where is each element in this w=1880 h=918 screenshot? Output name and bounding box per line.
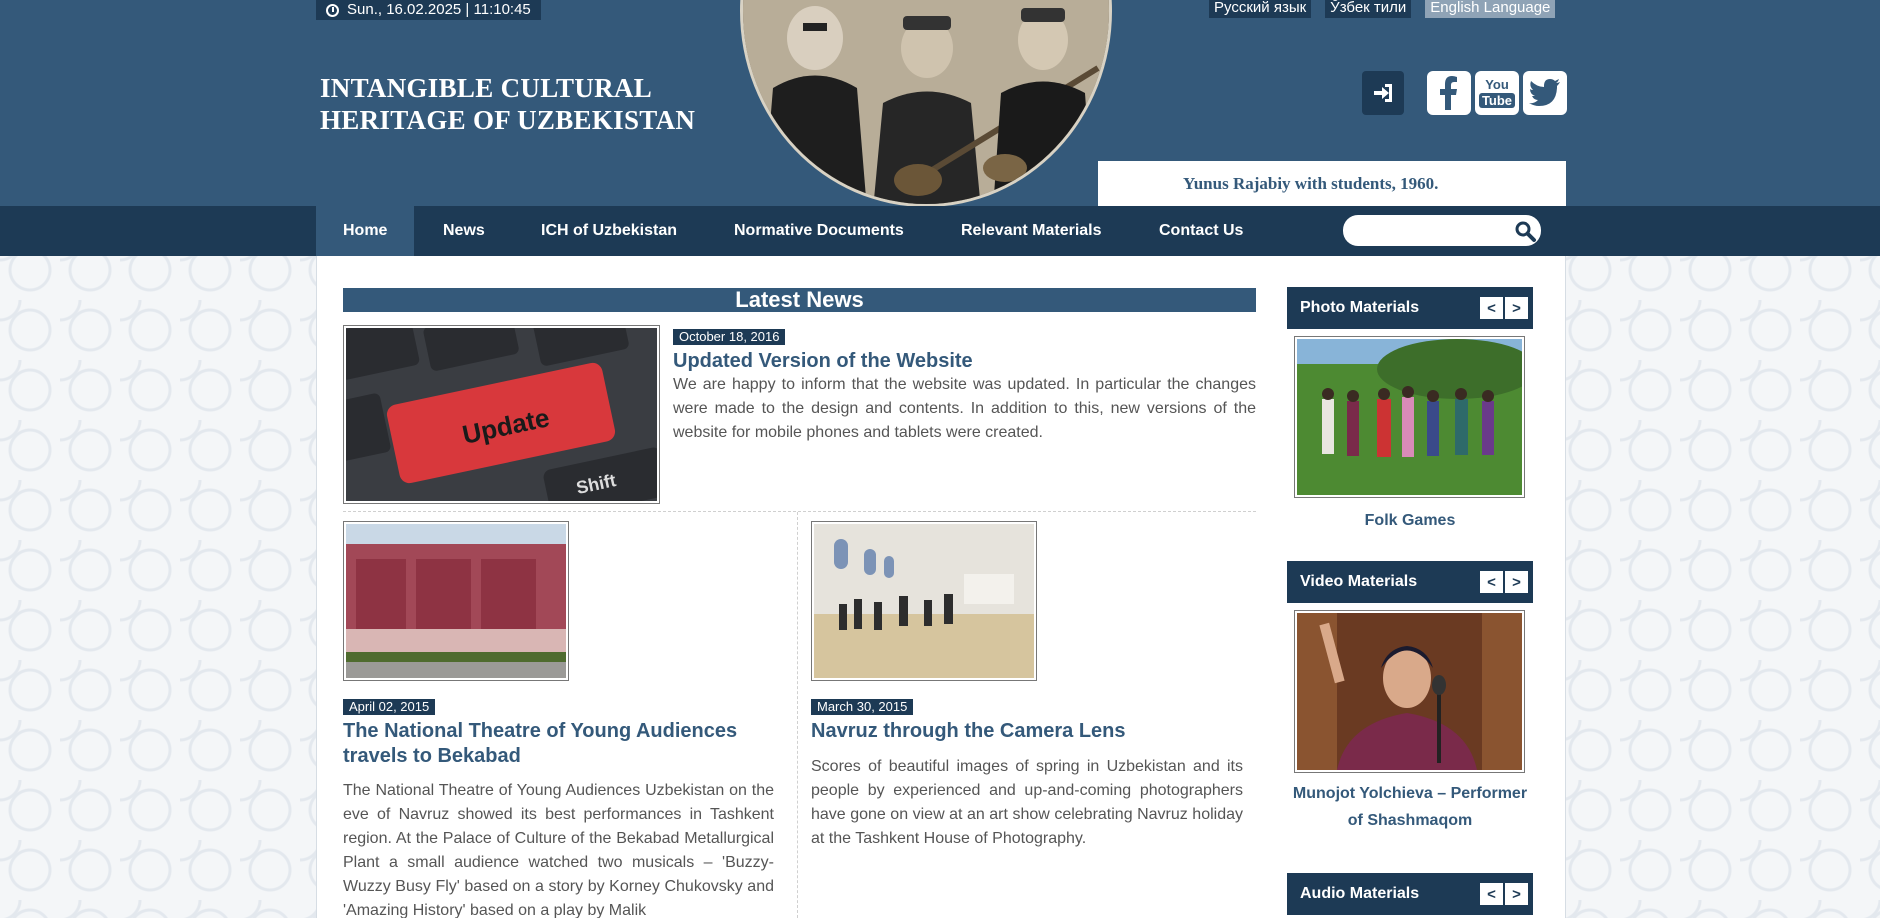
nav-ich-uzbekistan[interactable]: ICH of Uzbekistan	[514, 206, 704, 256]
nav-news[interactable]: News	[416, 206, 512, 256]
video-caption-line-2: of Shashmaqom	[1347, 812, 1473, 829]
login-button[interactable]	[1362, 71, 1404, 115]
news-2-image[interactable]	[811, 521, 1037, 681]
news-1-text: The National Theatre of Young Audiences …	[343, 782, 774, 918]
nav-normative-documents[interactable]: Normative Documents	[707, 206, 931, 256]
facebook-icon	[1440, 76, 1457, 110]
clock-icon	[326, 3, 339, 17]
update-keyboard-image: Update Shift	[321, 305, 669, 519]
photo-materials-title: Photo Materials	[1300, 299, 1420, 316]
featured-news-image[interactable]: Update Shift	[321, 305, 669, 519]
news-2-title[interactable]: Navruz through the Camera Lens	[811, 719, 1126, 744]
youtube-icon-bottom: Tube	[1478, 93, 1516, 108]
sign-in-icon	[1374, 84, 1392, 102]
audio-prev-button[interactable]: <	[1480, 883, 1503, 905]
youtube-icon-top: You	[1485, 77, 1509, 92]
audio-next-button[interactable]: >	[1505, 883, 1528, 905]
news-2-text: Scores of beautiful images of spring in …	[811, 758, 1243, 847]
featured-text: We are happy to inform that the website …	[673, 376, 1256, 441]
folk-games-image	[1297, 339, 1537, 495]
nav-relevant-materials[interactable]: Relevant Materials	[934, 206, 1129, 256]
logo-line-1: INTANGIBLE CULTURAL	[320, 73, 653, 103]
video-next-button[interactable]: >	[1505, 571, 1528, 593]
news-column-divider	[797, 512, 798, 918]
theatre-building-image	[346, 524, 566, 678]
audio-materials-title: Audio Materials	[1300, 885, 1420, 902]
performer-video-thumbnail	[1297, 613, 1522, 770]
video-caption-line-1: Munojot Yolchieva – Performer	[1292, 785, 1528, 802]
youtube-link[interactable]: You Tube	[1475, 71, 1519, 115]
news-1-title[interactable]: The National Theatre of Young Audiences …	[343, 719, 763, 769]
site-logo[interactable]: INTANGIBLE CULTURAL HERITAGE OF UZBEKIST…	[320, 72, 695, 136]
lang-russian[interactable]: Русский язык	[1209, 0, 1312, 18]
news-1-date: April 02, 2015	[343, 699, 436, 715]
photo-materials-image[interactable]	[1294, 336, 1537, 498]
datetime-display: Sun., 16.02.2025 | 11:10:45	[316, 0, 541, 20]
lang-uzbek[interactable]: Ўзбек тили	[1325, 0, 1412, 18]
photo-materials-caption[interactable]: Folk Games	[1287, 507, 1533, 534]
twitter-icon	[1529, 79, 1560, 106]
search-icon[interactable]	[1513, 219, 1537, 243]
video-prev-button[interactable]: <	[1480, 571, 1503, 593]
photo-next-button[interactable]: >	[1505, 297, 1528, 319]
latest-news-title: Latest News	[343, 288, 1256, 312]
featured-title[interactable]: Updated Version of the Website	[673, 349, 973, 374]
search-input[interactable]	[1343, 215, 1541, 246]
datetime-text: Sun., 16.02.2025 | 11:10:45	[347, 1, 531, 18]
photo-prev-button[interactable]: <	[1480, 297, 1503, 319]
news-divider	[343, 511, 1256, 512]
nav-home[interactable]: Home	[316, 206, 415, 256]
twitter-link[interactable]	[1523, 71, 1567, 115]
featured-date: October 18, 2016	[673, 329, 786, 345]
news-1-image[interactable]	[343, 521, 569, 681]
facebook-link[interactable]	[1427, 71, 1471, 115]
nav-contact-us[interactable]: Contact Us	[1132, 206, 1270, 256]
logo-line-2: HERITAGE OF UZBEKISTAN	[320, 105, 696, 135]
photo-caption: Yunus Rajabiy with students, 1960.	[1183, 174, 1439, 193]
news-2-date: March 30, 2015	[811, 699, 914, 715]
language-switcher: Русский язык Ўзбек тили English Language	[1209, 0, 1556, 18]
lang-english[interactable]: English Language	[1425, 0, 1556, 18]
video-materials-title: Video Materials	[1300, 573, 1418, 590]
video-materials-image[interactable]	[1294, 610, 1525, 773]
gallery-hall-image	[814, 524, 1034, 678]
video-materials-caption[interactable]: Munojot Yolchieva – Performer of Shashma…	[1287, 780, 1533, 834]
